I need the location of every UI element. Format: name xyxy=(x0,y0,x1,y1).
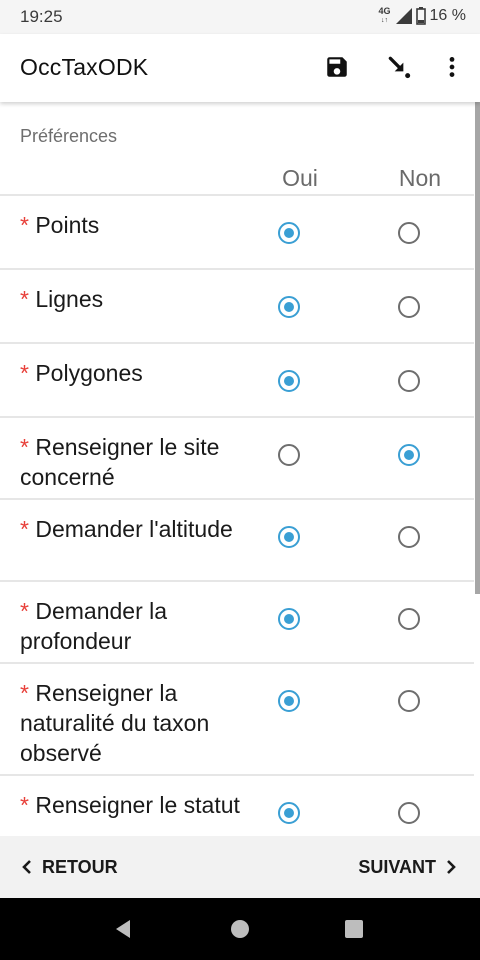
radio-oui[interactable] xyxy=(278,608,300,630)
preference-row: * Demander la profondeur xyxy=(0,582,474,664)
column-header-non: Non xyxy=(398,165,442,191)
app-title: OccTaxODK xyxy=(20,54,149,80)
radio-non[interactable] xyxy=(398,296,420,318)
preference-row: * Polygones xyxy=(0,344,474,418)
preference-label: * Renseigner le site concerné xyxy=(20,432,250,492)
required-marker: * xyxy=(20,516,29,542)
required-marker: * xyxy=(20,598,29,624)
radio-non[interactable] xyxy=(398,690,420,712)
radio-oui[interactable] xyxy=(278,526,300,548)
required-marker: * xyxy=(20,212,29,238)
jump-icon xyxy=(388,56,411,79)
status-time: 19:25 xyxy=(20,7,63,26)
more-options-button[interactable] xyxy=(437,52,467,82)
save-button[interactable] xyxy=(322,52,352,82)
preference-label-text: Demander la profondeur xyxy=(20,598,168,654)
column-header-oui: Oui xyxy=(282,165,318,191)
radio-oui[interactable] xyxy=(278,690,300,712)
system-nav-bar xyxy=(0,898,480,960)
radio-oui[interactable] xyxy=(278,444,300,466)
radio-non[interactable] xyxy=(398,802,420,824)
back-label: RETOUR xyxy=(42,856,118,877)
required-marker: * xyxy=(20,792,29,818)
required-marker: * xyxy=(20,434,29,460)
preference-label-text: Renseigner le site concerné xyxy=(20,434,220,490)
next-button[interactable]: SUIVANT xyxy=(358,854,458,880)
radio-non[interactable] xyxy=(398,526,420,548)
preference-row: * Renseigner la naturalité du taxon obse… xyxy=(0,664,474,776)
preference-row: * Demander l'altitude xyxy=(0,500,474,582)
preference-label: * Demander l'altitude xyxy=(20,514,250,544)
preference-label-text: Lignes xyxy=(35,286,104,312)
signal-icon xyxy=(395,8,412,24)
preference-row: * Lignes xyxy=(0,270,474,344)
radio-oui[interactable] xyxy=(278,222,300,244)
preference-label-text: Renseigner la naturalité du taxon observ… xyxy=(20,680,210,766)
preference-label: * Renseigner la naturalité du taxon obse… xyxy=(20,678,250,768)
scrollbar[interactable] xyxy=(475,102,480,594)
next-label: SUIVANT xyxy=(358,856,436,877)
preference-label-text: Demander l'altitude xyxy=(35,516,233,542)
chevron-left-icon xyxy=(22,860,31,874)
battery-percent: 16 % xyxy=(429,7,466,24)
recents-nav-icon[interactable] xyxy=(343,918,365,940)
radio-non[interactable] xyxy=(398,608,420,630)
required-marker: * xyxy=(20,360,29,386)
preference-row: * Points xyxy=(0,196,474,270)
jump-button[interactable] xyxy=(384,52,414,82)
preference-label: * Points xyxy=(20,210,250,240)
status-icons: 4G ↓↑ 16 % xyxy=(379,5,466,27)
app-bar: OccTaxODK xyxy=(0,34,480,102)
radio-non[interactable] xyxy=(398,444,420,466)
preference-label: * Renseigner le statut xyxy=(20,790,250,820)
preference-label: * Lignes xyxy=(20,284,250,314)
back-button[interactable]: RETOUR xyxy=(20,854,118,880)
preference-label: * Polygones xyxy=(20,358,250,388)
status-bar: 19:25 4G ↓↑ 16 % xyxy=(0,0,480,34)
radio-non[interactable] xyxy=(398,370,420,392)
preference-label: * Demander la profondeur xyxy=(20,596,250,656)
form-navigation-bar: RETOUR SUIVANT xyxy=(0,836,480,898)
network-label: 4G xyxy=(378,6,391,16)
preference-label-text: Renseigner le statut xyxy=(35,792,240,818)
back-nav-icon[interactable] xyxy=(112,918,134,940)
required-marker: * xyxy=(20,680,29,706)
preference-row: * Renseigner le statut xyxy=(0,776,474,836)
required-marker: * xyxy=(20,286,29,312)
radio-non[interactable] xyxy=(398,222,420,244)
section-title: Préférences xyxy=(20,126,118,146)
preference-label-text: Points xyxy=(35,212,100,238)
radio-oui[interactable] xyxy=(278,370,300,392)
more-vert-icon xyxy=(449,57,455,77)
radio-oui[interactable] xyxy=(278,296,300,318)
form-content[interactable]: Préférences Oui Non * Points * Lignes * Po… xyxy=(0,102,480,836)
radio-oui[interactable] xyxy=(278,802,300,824)
network-type: 4G ↓↑ xyxy=(378,6,391,25)
chevron-right-icon xyxy=(447,860,456,874)
home-nav-icon[interactable] xyxy=(229,918,251,940)
save-icon xyxy=(327,57,347,77)
battery-icon xyxy=(415,7,426,25)
preference-label-text: Polygones xyxy=(35,360,143,386)
preference-row: * Renseigner le site concerné xyxy=(0,418,474,500)
